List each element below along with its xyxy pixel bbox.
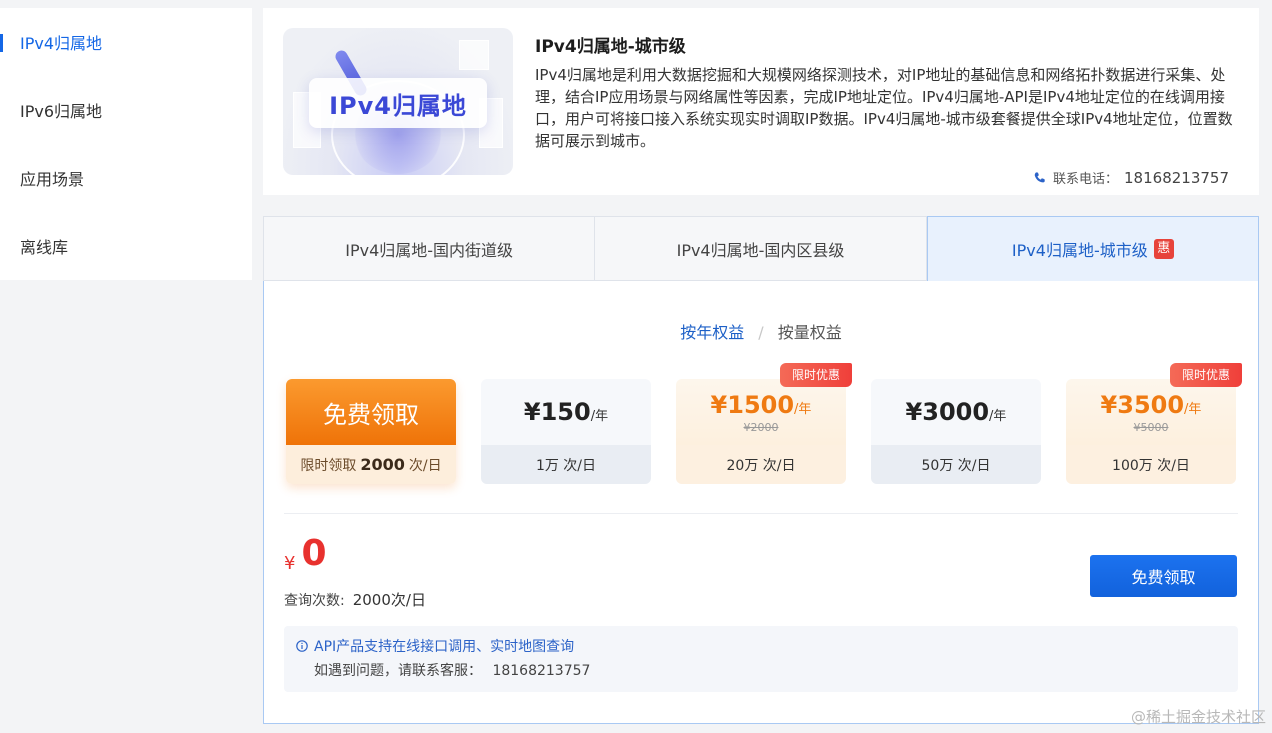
tab-district-level[interactable]: IPv4归属地-国内区县级 <box>595 216 927 281</box>
sidebar-item-ipv6[interactable]: IPv6归属地 <box>0 76 252 144</box>
total-currency: ¥ <box>284 553 296 574</box>
sidebar-item-label: 应用场景 <box>20 170 85 189</box>
plan-card-top: 免费领取 <box>286 379 456 445</box>
sidebar-item-label: IPv6归属地 <box>20 102 103 121</box>
plan-quota: 1万 次/日 <box>481 445 651 484</box>
plan-card-bottom: 限时领取 2000 次/日 <box>286 445 456 484</box>
plan-quota: 100万 次/日 <box>1066 445 1236 484</box>
product-description: IPv4归属地是利用大数据挖掘和大规模网络探测技术，对IP地址的基础信息和网络拓… <box>535 66 1233 150</box>
promo-ribbon: 限时优惠 <box>1169 363 1242 387</box>
plan-quota: 50万 次/日 <box>871 445 1041 484</box>
sidebar-item-label: 离线库 <box>20 238 69 257</box>
plan-price: ¥150 <box>523 398 591 426</box>
plan-card-top: ¥3500/年 ¥5000 <box>1066 379 1236 445</box>
query-count: 查询次数: 2000次/日 <box>284 589 426 610</box>
discount-badge: 惠 <box>1153 239 1174 259</box>
product-card: IPv4归属地 IPv4归属地-城市级 IPv4归属地是利用大数据挖掘和大规模网… <box>263 8 1259 195</box>
notice-contact-phone: 18168213757 <box>492 663 591 679</box>
tab-label: IPv4归属地-城市级 <box>1011 241 1148 260</box>
notice-text-1: API产品支持在线接口调用、实时地图查询 <box>314 639 575 655</box>
plan-card-1500[interactable]: 限时优惠 ¥1500/年 ¥2000 20万 次/日 <box>676 363 852 484</box>
product-title: IPv4归属地-城市级 <box>535 37 686 57</box>
tab-street-level[interactable]: IPv4归属地-国内街道级 <box>263 216 596 281</box>
notice-contact-label: 如遇到问题，请联系客服： <box>314 663 482 679</box>
plan-free-count: 2000 <box>360 455 405 474</box>
mode-switch: 按年权益 / 按量权益 <box>264 319 1258 343</box>
decor-block <box>459 40 489 70</box>
plan-free-suffix: 次/日 <box>408 457 442 474</box>
total-amount: 0 <box>301 533 327 574</box>
notice-line-2: 如遇到问题，请联系客服： 18168213757 <box>296 660 1226 680</box>
thumbnail-label: IPv4归属地 <box>309 78 487 128</box>
claim-free-button[interactable]: 免费领取 <box>1090 555 1237 597</box>
plan-card-top: ¥150/年 <box>481 379 651 445</box>
plan-card-3000[interactable]: ¥3000/年 50万 次/日 <box>871 379 1041 484</box>
contact-phone-number: 18168213757 <box>1124 168 1229 187</box>
notice-box: API产品支持在线接口调用、实时地图查询 如遇到问题，请联系客服： 181682… <box>284 626 1238 692</box>
tab-label: IPv4归属地-国内街道级 <box>345 240 514 260</box>
info-icon <box>296 640 308 652</box>
plan-unit: /年 <box>794 401 812 417</box>
plan-quota: 20万 次/日 <box>676 445 846 484</box>
mode-quantity[interactable]: 按量权益 <box>778 323 842 342</box>
product-tabs: IPv4归属地-国内街道级 IPv4归属地-国内区县级 IPv4归属地-城市级 … <box>263 216 1259 281</box>
pricing-panel: 按年权益 / 按量权益 免费领取 限时领取 2000 次/日 ¥150/年 1万 次… <box>263 281 1259 724</box>
plan-card-free[interactable]: 免费领取 限时领取 2000 次/日 <box>286 379 456 484</box>
plan-card-150[interactable]: ¥150/年 1万 次/日 <box>481 379 651 484</box>
tab-label: IPv4归属地-国内区县级 <box>676 240 845 260</box>
plan-free-prefix: 限时领取 <box>300 457 357 474</box>
plan-price: ¥3000 <box>905 398 990 426</box>
plan-price: ¥3500 <box>1100 390 1185 419</box>
query-count-value: 2000次/日 <box>352 591 426 609</box>
contact-phone: 联系电话： 18168213757 <box>1033 168 1229 187</box>
sidebar-item-scenarios[interactable]: 应用场景 <box>0 144 252 212</box>
contact-phone-label: 联系电话： <box>1053 172 1119 187</box>
sidebar-item-ipv4[interactable]: IPv4归属地 <box>0 8 252 76</box>
plan-free-title: 免费领取 <box>323 400 419 429</box>
query-count-label: 查询次数: <box>284 593 345 609</box>
plan-price: ¥1500 <box>710 390 795 419</box>
plan-unit: /年 <box>989 409 1007 424</box>
notice-line-1: API产品支持在线接口调用、实时地图查询 <box>296 636 1226 656</box>
total-price: ¥0 <box>284 533 327 574</box>
plan-card-top: ¥1500/年 ¥2000 <box>676 379 846 445</box>
promo-ribbon: 限时优惠 <box>779 363 852 387</box>
plan-card-3500[interactable]: 限时优惠 ¥3500/年 ¥5000 100万 次/日 <box>1066 363 1242 484</box>
mode-separator: / <box>758 323 764 342</box>
plan-original-price: ¥2000 <box>743 420 779 434</box>
divider <box>284 513 1238 514</box>
plan-card-top: ¥3000/年 <box>871 379 1041 445</box>
sidebar-item-offline-db[interactable]: 离线库 <box>0 212 252 280</box>
mode-yearly[interactable]: 按年权益 <box>680 323 744 342</box>
plan-unit: /年 <box>1184 401 1202 417</box>
product-thumbnail: IPv4归属地 <box>283 28 513 175</box>
plan-original-price: ¥5000 <box>1133 420 1169 434</box>
phone-icon <box>1034 171 1045 182</box>
sidebar-item-label: IPv4归属地 <box>20 34 103 53</box>
tab-city-level[interactable]: IPv4归属地-城市级 惠 <box>926 216 1259 281</box>
plan-unit: /年 <box>590 409 609 424</box>
watermark: @稀土掘金技术社区 <box>1130 708 1266 726</box>
sidebar: IPv4归属地 IPv6归属地 应用场景 离线库 <box>0 8 252 280</box>
